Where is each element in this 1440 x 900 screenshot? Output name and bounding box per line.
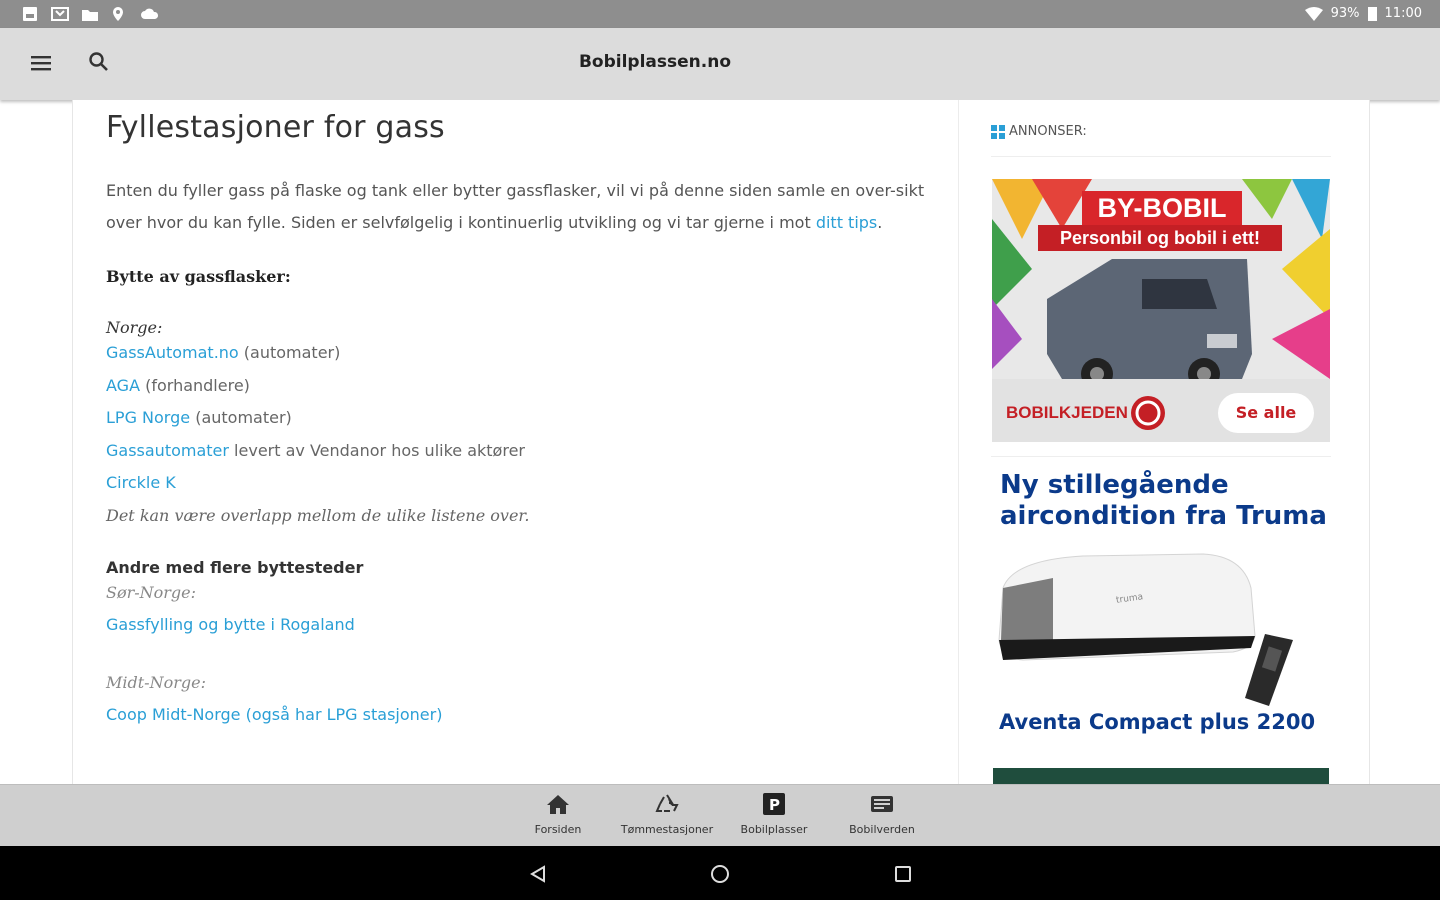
home-icon bbox=[547, 795, 569, 814]
list-item: LPG Norge (automater) bbox=[106, 402, 926, 435]
grid-icon bbox=[991, 124, 1005, 139]
list-item: Gassfylling og bytte i Rogaland bbox=[106, 609, 926, 642]
battery-percent: 93% bbox=[1330, 6, 1360, 21]
nav-item-bobilverden[interactable]: Bobilverden bbox=[827, 793, 937, 836]
intro-end: . bbox=[877, 213, 883, 232]
region-midt-norge: Midt-Norge: bbox=[106, 673, 206, 692]
status-right: 93% 11:00 bbox=[1304, 6, 1422, 21]
page-title: Fyllestasjoner for gass bbox=[106, 110, 445, 145]
system-navigation-bar bbox=[0, 846, 1440, 900]
content-card: Fyllestasjoner for gass Enten du fyller … bbox=[72, 100, 1370, 784]
list-item-cut: Coop Midt-Norge (også har LPG stasjoner) bbox=[106, 699, 926, 732]
nav-label: Forsiden bbox=[534, 823, 582, 836]
ad-brand: BOBILKJEDEN bbox=[1006, 403, 1128, 422]
region-sor-norge: Sør-Norge: bbox=[106, 582, 197, 602]
list-item: Gassautomater levert av Vendanor hos uli… bbox=[106, 435, 926, 468]
list-item-text: (automater) bbox=[190, 408, 292, 427]
list-item-text: (automater) bbox=[238, 343, 341, 362]
app-title: Bobilplassen.no bbox=[578, 52, 732, 72]
gassautomater-link[interactable]: Gassautomater bbox=[106, 441, 229, 460]
bottom-navigation: Forsiden Tømmestasjoner P Bobilplasser B… bbox=[0, 784, 1440, 847]
app-bar: Bobilplassen.no bbox=[0, 28, 1440, 100]
nav-item-tommestasjoner[interactable]: Tømmestasjoner bbox=[612, 793, 722, 836]
section-heading-andre: Andre med flere byttesteder bbox=[106, 557, 364, 577]
folder-icon bbox=[82, 10, 98, 21]
ad-bobilkjeden[interactable]: BY-BOBIL Personbil og bobil i ett! BOBIL… bbox=[992, 179, 1330, 442]
intro-text: Enten du fyller gass på flaske og tank e… bbox=[106, 181, 925, 232]
recycle-icon bbox=[655, 794, 679, 812]
svg-text:P: P bbox=[769, 796, 780, 814]
list-item: Circkle K bbox=[106, 467, 926, 500]
gassautomat-link[interactable]: GassAutomat.no bbox=[106, 343, 239, 362]
coop-link[interactable]: Coop Midt-Norge (også har LPG stasjoner) bbox=[106, 705, 442, 724]
location-icon bbox=[113, 7, 123, 21]
circle-k-link[interactable]: Circkle K bbox=[106, 473, 176, 492]
column-divider bbox=[958, 100, 959, 784]
ad-headline: BY-BOBIL bbox=[1082, 191, 1242, 225]
list-item: GassAutomat.no (automater) bbox=[106, 337, 926, 370]
ads-heading: ANNONSER: bbox=[991, 124, 1087, 139]
parking-icon: P bbox=[763, 793, 785, 815]
battery-icon bbox=[1367, 7, 1377, 21]
news-icon bbox=[871, 796, 893, 812]
article: Fyllestasjoner for gass Enten du fyller … bbox=[106, 100, 926, 732]
norge-list: GassAutomat.no (automater) AGA (forhandl… bbox=[106, 337, 926, 532]
ad-truma-headline[interactable]: Ny stillegående aircondition fra Truma bbox=[1000, 470, 1330, 532]
ads-heading-text: ANNONSER: bbox=[1009, 124, 1087, 139]
ad-next-banner[interactable] bbox=[993, 768, 1329, 784]
ad-subline: Personbil og bobil i ett! bbox=[1038, 225, 1282, 251]
recents-icon[interactable] bbox=[893, 864, 913, 884]
home-button-icon[interactable] bbox=[710, 864, 730, 884]
see-all-button[interactable]: Se alle bbox=[1218, 393, 1314, 433]
cloud-icon bbox=[141, 8, 159, 19]
overlap-note: Det kan være overlapp mellom de ulike li… bbox=[106, 505, 530, 525]
tips-link[interactable]: ditt tips bbox=[816, 213, 877, 232]
nav-label: Bobilverden bbox=[849, 823, 915, 836]
list-item: AGA (forhandlere) bbox=[106, 370, 926, 403]
divider bbox=[991, 156, 1331, 157]
cast-icon bbox=[51, 7, 69, 21]
ad-truma-model: Aventa Compact plus 2200 bbox=[999, 710, 1316, 734]
region-norge: Norge: bbox=[106, 318, 163, 337]
brand-logo-icon bbox=[1131, 396, 1165, 430]
nav-label: Bobilplasser bbox=[740, 823, 808, 836]
section-heading-bytte: Bytte av gassflasker: bbox=[106, 267, 291, 286]
list-item-text: levert av Vendanor hos ulike aktører bbox=[228, 440, 525, 460]
intro-paragraph: Enten du fyller gass på flaske og tank e… bbox=[106, 175, 926, 239]
nav-item-bobilplasser[interactable]: P Bobilplasser bbox=[719, 793, 829, 836]
lpg-norge-link[interactable]: LPG Norge bbox=[106, 408, 190, 427]
nav-item-forsiden[interactable]: Forsiden bbox=[503, 793, 613, 836]
clock: 11:00 bbox=[1384, 6, 1422, 21]
back-icon[interactable] bbox=[528, 864, 548, 884]
status-bar: 93% 11:00 bbox=[0, 0, 1440, 28]
list-item-text: (forhandlere) bbox=[140, 375, 250, 395]
wifi-icon bbox=[1304, 6, 1323, 21]
rogaland-link[interactable]: Gassfylling og bytte i Rogaland bbox=[106, 615, 355, 634]
aga-link[interactable]: AGA bbox=[106, 376, 140, 395]
nav-label: Tømmestasjoner bbox=[620, 823, 714, 836]
photo-icon bbox=[23, 7, 37, 21]
divider bbox=[991, 456, 1331, 457]
aircondition-product-image[interactable] bbox=[993, 548, 1331, 708]
